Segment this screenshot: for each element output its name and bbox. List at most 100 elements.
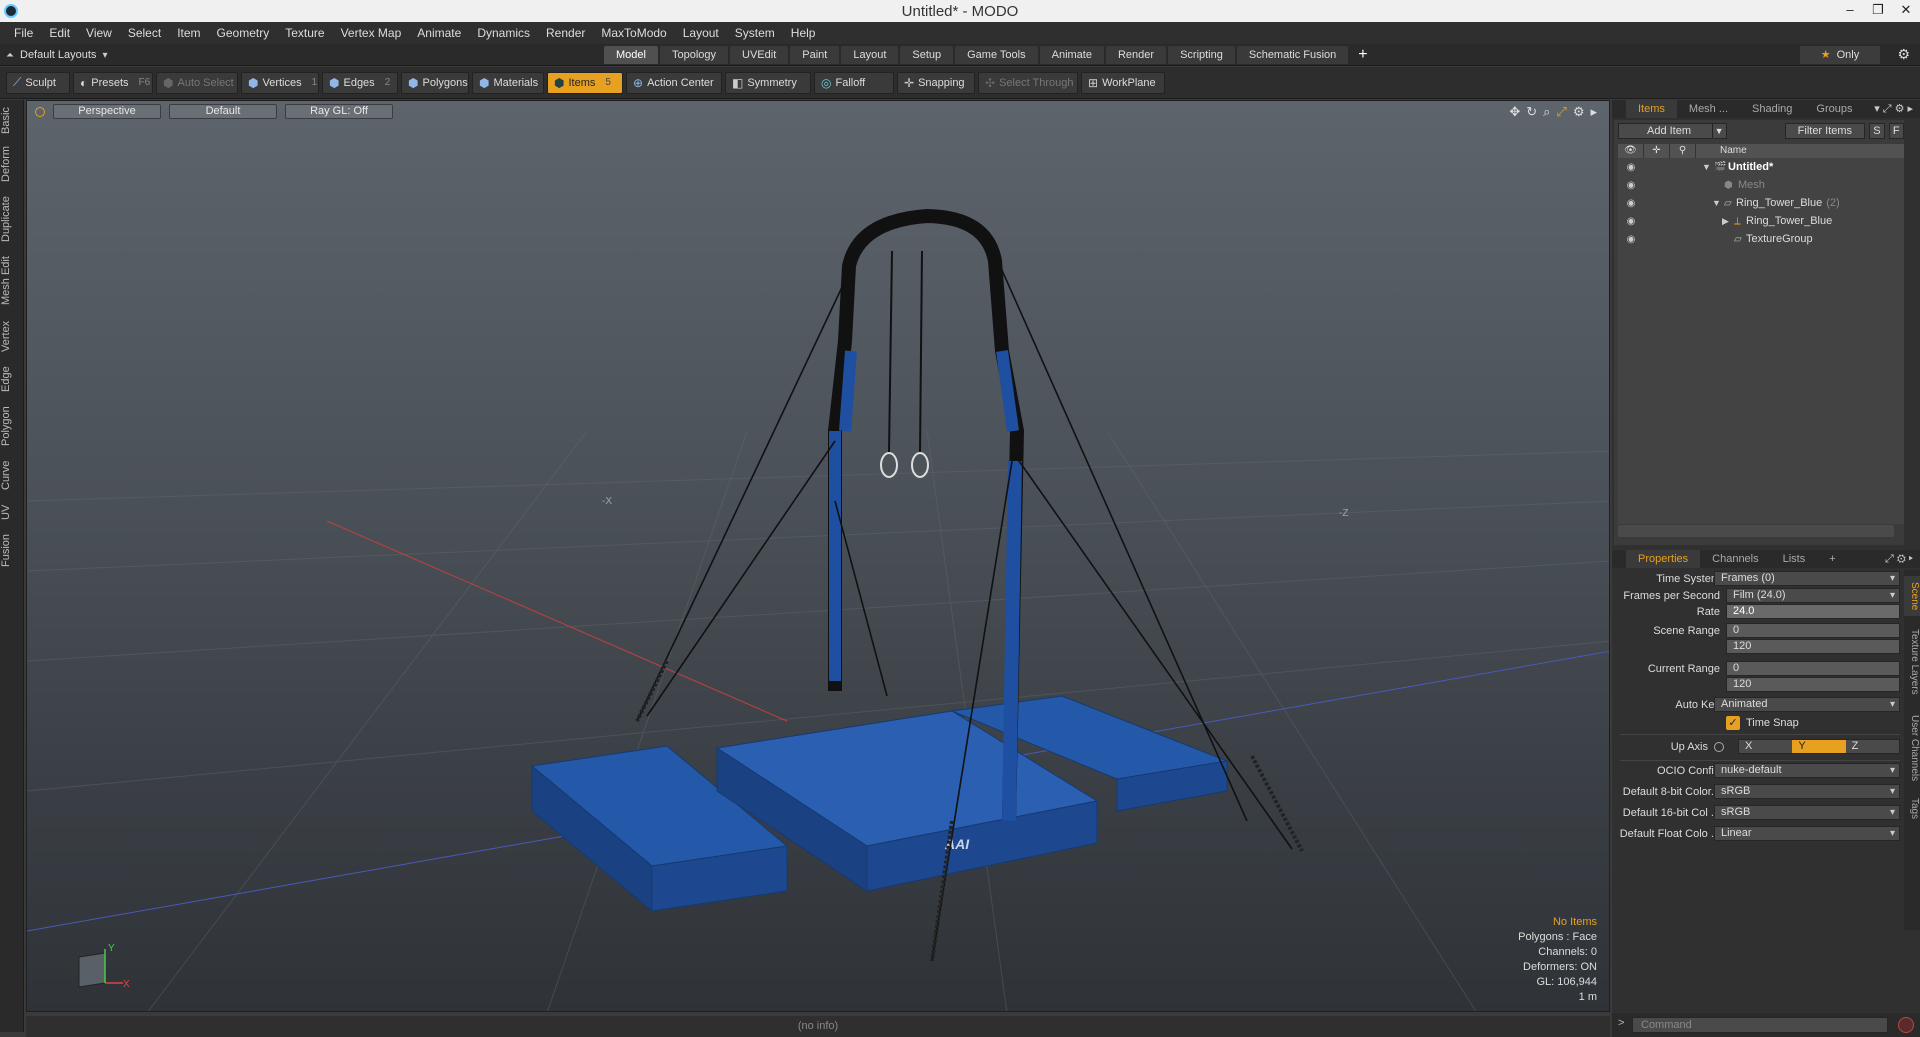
scene-range-start-field[interactable]: 0	[1726, 623, 1900, 638]
viewport-gear-icon[interactable]: ⚙	[1573, 104, 1585, 120]
menu-texture[interactable]: Texture	[277, 26, 332, 40]
eye-icon[interactable]: ◉	[1618, 162, 1644, 173]
current-range-start-field[interactable]: 0	[1726, 661, 1900, 676]
menu-animate[interactable]: Animate	[409, 26, 469, 40]
gear-icon[interactable]: ⚙	[1897, 46, 1910, 63]
scene-range-end-field[interactable]: 120	[1726, 639, 1900, 654]
tab-properties[interactable]: Properties	[1626, 550, 1701, 568]
eye-icon[interactable]: ◉	[1618, 234, 1644, 245]
zoom-icon[interactable]: ⌕	[1543, 104, 1550, 120]
time-system-dropdown[interactable]: Frames (0)	[1714, 571, 1900, 586]
pan-icon[interactable]: ✥	[1509, 104, 1520, 120]
shading-mode-dropdown[interactable]: Default	[169, 104, 277, 119]
add-tab-button[interactable]: +	[1350, 46, 1375, 64]
viewport-menu-arrow-icon[interactable]: ▸	[1590, 104, 1597, 120]
menu-dynamics[interactable]: Dynamics	[469, 26, 538, 40]
tab-scripting[interactable]: Scripting	[1168, 46, 1235, 64]
up-axis-z-option[interactable]: Z	[1845, 740, 1899, 753]
f-toggle-button[interactable]: F	[1888, 123, 1904, 139]
auto-key-dropdown[interactable]: Animated	[1714, 697, 1900, 712]
action-center-button[interactable]: ⊕ Action Center	[626, 71, 722, 94]
panel-options-icon[interactable]: ⤢⚙▸	[1885, 553, 1916, 566]
up-axis-radio[interactable]	[1714, 742, 1724, 752]
visibility-column-icon[interactable]: 👁	[1618, 144, 1644, 158]
side-tab-tags[interactable]: Tags	[1904, 794, 1920, 824]
restore-button[interactable]: ❐	[1864, 0, 1892, 22]
left-tab-deform[interactable]: Deform	[0, 144, 24, 184]
chevron-down-icon[interactable]: ▼	[1711, 124, 1726, 138]
items-button[interactable]: ⬢ Items 5	[547, 71, 623, 94]
collapse-arrow-icon[interactable]: ⏶	[6, 50, 14, 61]
left-tab-polygon[interactable]: Polygon	[0, 402, 24, 450]
tree-row[interactable]: ◉ ⬢ Mesh	[1618, 176, 1904, 194]
tab-layout[interactable]: Layout	[841, 46, 899, 64]
menu-vertex-map[interactable]: Vertex Map	[333, 26, 410, 40]
eye-icon[interactable]: ◉	[1618, 216, 1644, 227]
menu-layout[interactable]: Layout	[675, 26, 727, 40]
menu-item[interactable]: Item	[169, 26, 208, 40]
tree-horizontal-scrollbar[interactable]	[1618, 525, 1894, 537]
current-range-end-field[interactable]: 120	[1726, 677, 1900, 692]
default-8bit-color-dropdown[interactable]: sRGB	[1714, 784, 1900, 799]
tree-row[interactable]: ◉ ▼ ▱ Ring_Tower_Blue (2)	[1618, 194, 1904, 212]
type-column-icon[interactable]: ⚲	[1670, 144, 1696, 158]
expand-triangle-icon[interactable]: ▼	[1702, 162, 1711, 172]
left-tab-curve[interactable]: Curve	[0, 456, 24, 494]
ocio-config-dropdown[interactable]: nuke-default	[1714, 763, 1900, 778]
time-snap-checkbox[interactable]: ✓	[1726, 716, 1740, 730]
raygl-toggle[interactable]: Ray GL: Off	[285, 104, 393, 119]
rate-field[interactable]: 24.0	[1726, 604, 1900, 619]
left-tab-mesh-edit[interactable]: Mesh Edit	[0, 254, 24, 308]
presets-button[interactable]: ◐ Presets F6	[73, 71, 153, 94]
lock-column-icon[interactable]: ✛	[1644, 144, 1670, 158]
tab-items[interactable]: Items	[1626, 100, 1677, 118]
tab-model[interactable]: Model	[604, 46, 658, 64]
side-tab-scene[interactable]: Scene	[1904, 576, 1920, 616]
tab-game-tools[interactable]: Game Tools	[955, 46, 1038, 64]
scene-render[interactable]: -X -Z AAI	[27, 101, 1610, 1012]
side-tab-user-channels[interactable]: User Channels	[1904, 708, 1920, 788]
tree-row[interactable]: ◉ ▱ TextureGroup	[1618, 230, 1904, 248]
materials-button[interactable]: ⬢ Materials	[472, 71, 544, 94]
left-tab-duplicate[interactable]: Duplicate	[0, 192, 24, 246]
up-axis-x-option[interactable]: X	[1739, 740, 1793, 753]
tab-uvedit[interactable]: UVEdit	[730, 46, 789, 64]
left-tab-vertex[interactable]: Vertex	[0, 316, 24, 356]
view-mode-dropdown[interactable]: Perspective	[53, 104, 161, 119]
add-item-button[interactable]: Add Item ▼	[1618, 123, 1727, 139]
falloff-button[interactable]: ◎ Falloff	[814, 71, 894, 94]
s-toggle-button[interactable]: S	[1869, 123, 1885, 139]
tab-lists[interactable]: Lists	[1771, 550, 1818, 568]
polygons-button[interactable]: ⬢ Polygons	[401, 71, 469, 94]
name-column-header[interactable]: Name	[1696, 144, 1747, 158]
menu-file[interactable]: File	[6, 26, 41, 40]
layouts-dropdown[interactable]: ⏶ Default Layouts ▾	[6, 47, 107, 63]
side-tab-texture-layers[interactable]: Texture Layers	[1904, 622, 1920, 702]
command-input[interactable]: Command	[1632, 1017, 1888, 1033]
eye-icon[interactable]: ◉	[1618, 180, 1644, 191]
select-through-button[interactable]: ✣ Select Through	[978, 71, 1078, 94]
fit-view-icon[interactable]: ⤢	[1556, 104, 1566, 120]
menu-render[interactable]: Render	[538, 26, 593, 40]
tree-row[interactable]: ◉ ▶ ⟂ Ring_Tower_Blue	[1618, 212, 1904, 230]
tab-schematic-fusion[interactable]: Schematic Fusion	[1236, 46, 1349, 64]
close-button[interactable]: ✕	[1892, 0, 1920, 22]
default-float-color-dropdown[interactable]: Linear	[1714, 826, 1900, 841]
minimize-button[interactable]: –	[1836, 0, 1864, 22]
panel-options-icon[interactable]: ▾⤢⚙▸	[1874, 102, 1916, 116]
left-tab-uv[interactable]: UV	[0, 500, 24, 524]
3d-viewport[interactable]: -X -Z AAI Perspective Default Ray GL: Of…	[26, 100, 1610, 1012]
tree-row[interactable]: ◉ ▼ 🎬 Untitled*	[1618, 158, 1904, 176]
left-tab-edge[interactable]: Edge	[0, 362, 24, 396]
add-panel-tab-button[interactable]: +	[1817, 550, 1847, 568]
tab-animate[interactable]: Animate	[1039, 46, 1104, 64]
up-axis-y-option[interactable]: Y	[1792, 740, 1846, 753]
workplane-button[interactable]: ⊞ WorkPlane	[1081, 71, 1165, 94]
viewport-options-icon[interactable]	[35, 107, 45, 117]
rotate-view-icon[interactable]: ↻	[1526, 104, 1537, 120]
menu-geometry[interactable]: Geometry	[209, 26, 278, 40]
menu-system[interactable]: System	[727, 26, 783, 40]
only-toggle[interactable]: ★ Only	[1800, 46, 1880, 64]
command-history-arrow-icon[interactable]: >	[1618, 1017, 1624, 1029]
tab-paint[interactable]: Paint	[790, 46, 840, 64]
